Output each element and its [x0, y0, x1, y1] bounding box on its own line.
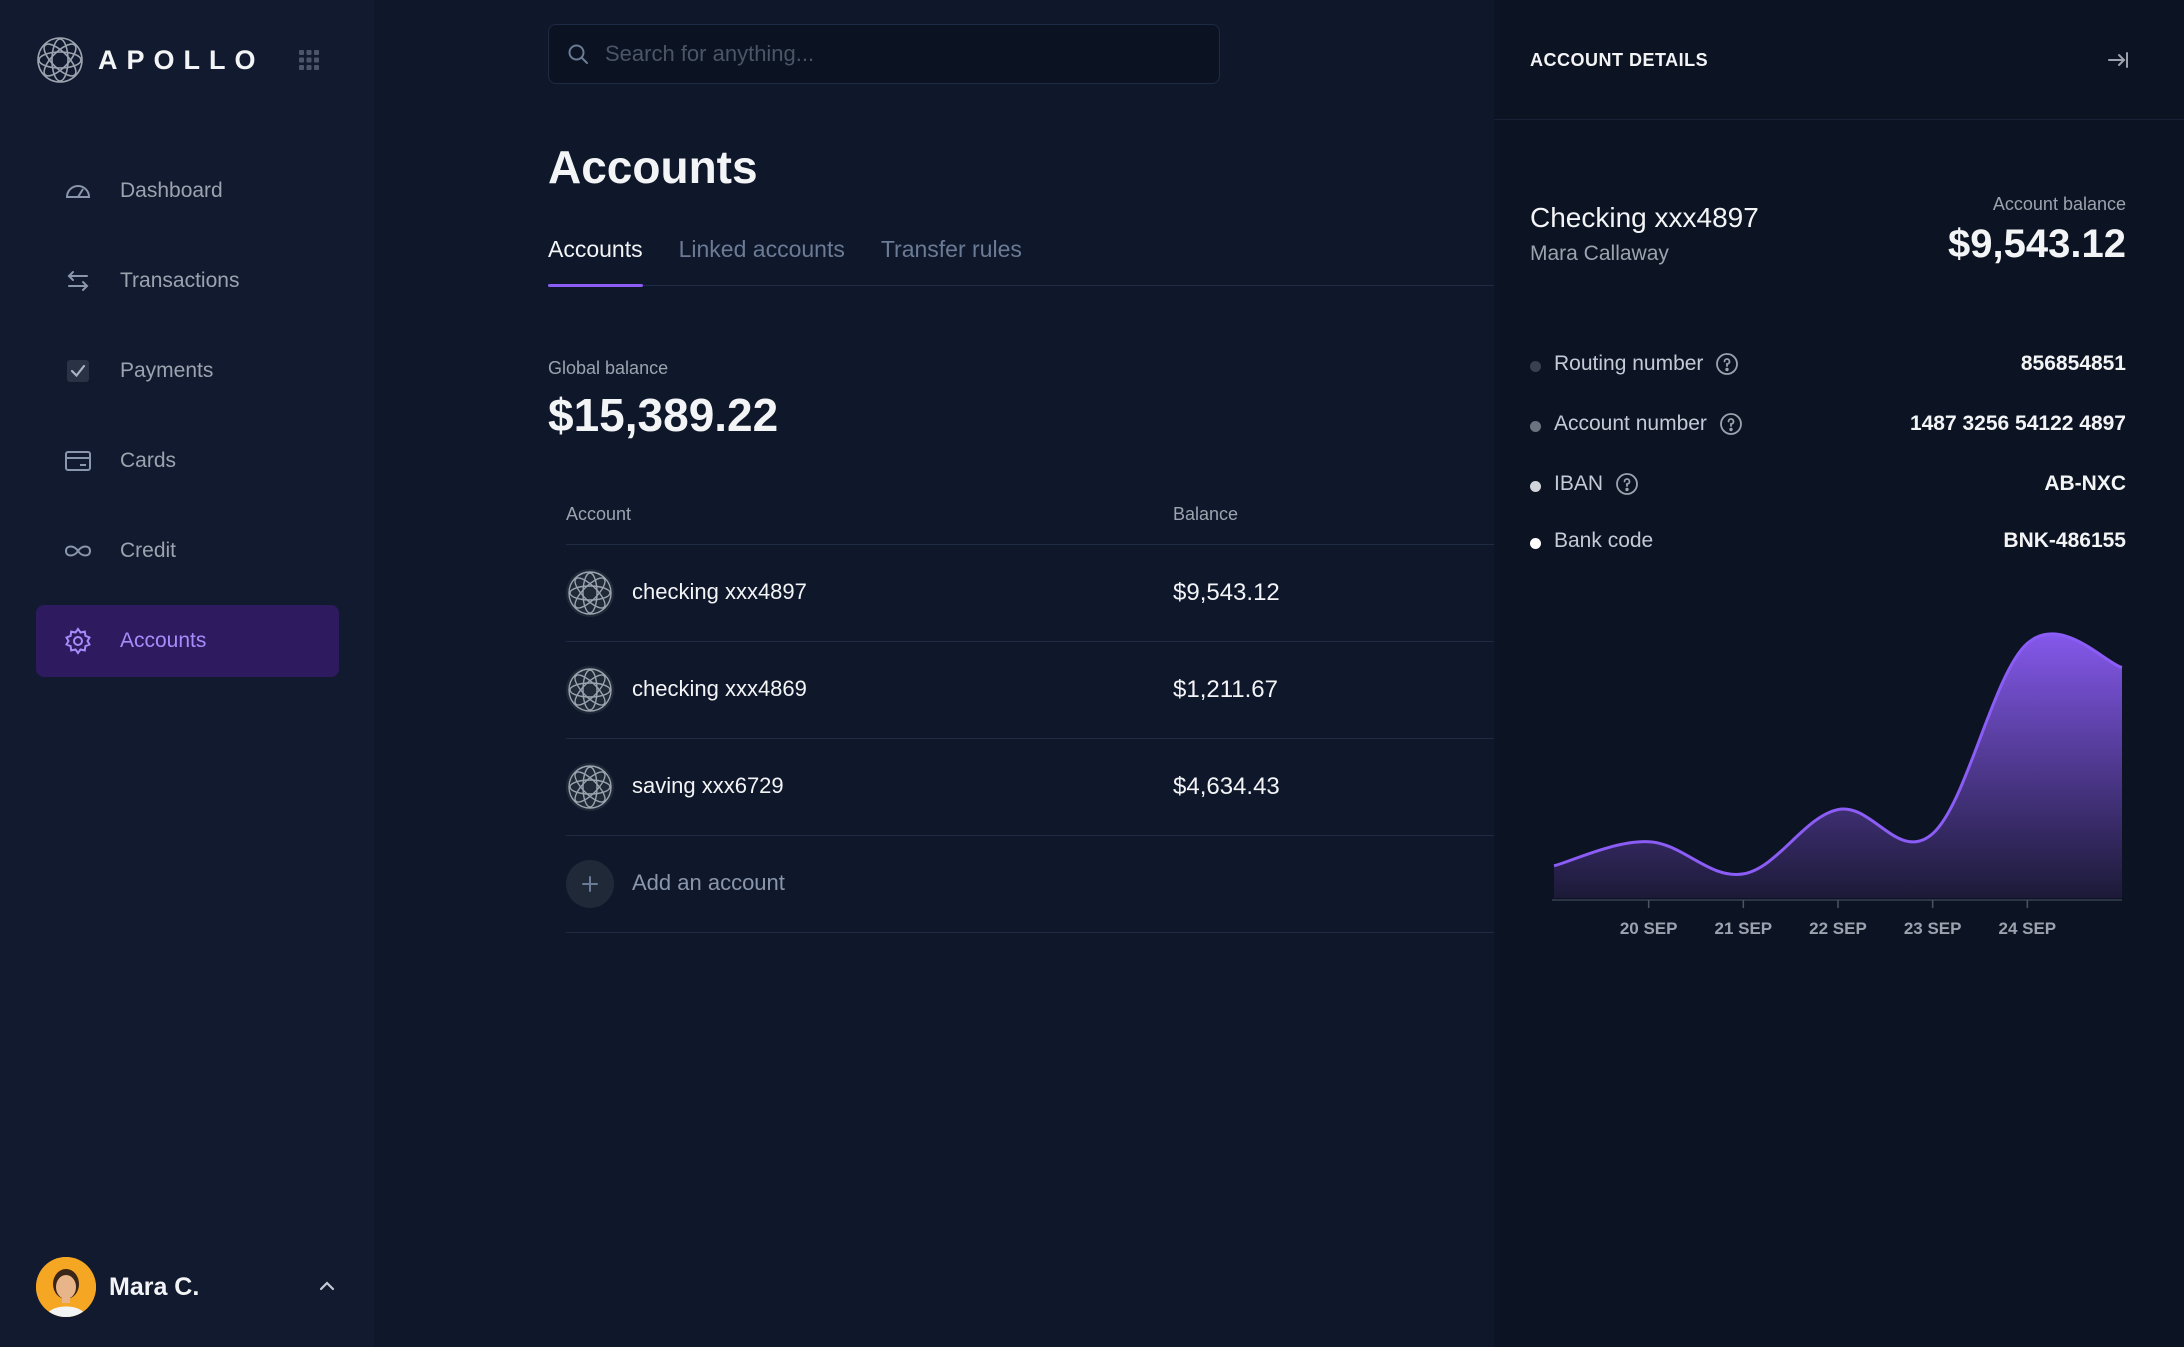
account-name: checking xxx4897: [632, 579, 807, 604]
balance-chart: 20 SEP 21 SEP 22 SEP 23 SEP 24 SEP: [1552, 632, 2123, 938]
sidebar-item-label: Transactions: [120, 269, 240, 292]
sidebar-item-label: Payments: [120, 359, 214, 382]
tab-accounts[interactable]: Accounts: [548, 236, 643, 287]
status-dot: [1530, 538, 1541, 549]
panel-title: ACCOUNT DETAILS: [1530, 50, 1709, 70]
collapse-panel-icon[interactable]: [2106, 48, 2130, 72]
sidebar-item-credit[interactable]: Credit: [36, 515, 339, 587]
gear-icon: [64, 627, 92, 655]
account-balance: $1,211.67: [1173, 676, 1278, 703]
x-tick-label: 24 SEP: [1999, 919, 2057, 938]
credit-card-icon: [64, 447, 92, 475]
column-header-account: Account: [566, 504, 632, 524]
help-icon[interactable]: [1719, 412, 1743, 436]
account-logo-icon: [566, 666, 614, 714]
detail-value: AB-NXC: [2044, 472, 2126, 495]
sidebar-item-label: Accounts: [120, 629, 207, 652]
sidebar-item-label: Dashboard: [120, 179, 223, 202]
account-logo-icon: [566, 569, 614, 617]
detail-label: Routing number: [1554, 352, 1704, 375]
detail-iban: IBAN AB-NXC: [1530, 472, 2126, 502]
help-icon[interactable]: [1715, 352, 1739, 376]
detail-label: Account number: [1554, 412, 1707, 435]
x-tick-label: 22 SEP: [1809, 919, 1867, 938]
status-dot: [1530, 421, 1541, 432]
add-account-button[interactable]: Add an account: [566, 836, 1494, 933]
detail-value: BNK-486155: [2003, 529, 2126, 552]
arrows-swap-icon: [64, 267, 92, 295]
plus-icon: [566, 860, 614, 908]
main-content: Accounts Accounts Linked accounts Transf…: [374, 0, 1494, 1347]
global-balance-value: $15,389.22: [548, 389, 779, 441]
global-balance-label: Global balance: [548, 358, 669, 378]
x-tick-label: 21 SEP: [1715, 919, 1773, 938]
avatar: [36, 1257, 96, 1317]
x-tick-label: 23 SEP: [1904, 919, 1962, 938]
search-input[interactable]: [605, 41, 1185, 67]
sidebar-item-cards[interactable]: Cards: [36, 425, 339, 497]
tab-bar: Accounts Linked accounts Transfer rules: [548, 236, 1494, 287]
table-row[interactable]: saving xxx6729 $4,634.43: [566, 739, 1494, 836]
page-title: Accounts: [548, 141, 758, 193]
account-balance-label: Account balance: [1992, 194, 2126, 214]
status-dot: [1530, 361, 1541, 372]
sidebar-item-label: Credit: [120, 539, 177, 562]
account-logo-icon: [566, 763, 614, 811]
detail-label: IBAN: [1554, 472, 1604, 495]
sidebar-item-dashboard[interactable]: Dashboard: [36, 155, 339, 227]
detail-label: Bank code: [1554, 529, 1654, 552]
apollo-logo-icon: [37, 37, 83, 83]
detail-label-wrap: Bank code: [1554, 529, 1653, 553]
table-row[interactable]: checking xxx4869 $1,211.67: [566, 642, 1494, 739]
detail-label-wrap: Routing number: [1554, 352, 1739, 376]
column-header-balance: Balance: [1173, 504, 1239, 524]
tab-transfer-rules[interactable]: Transfer rules: [881, 236, 1022, 286]
sidebar-item-label: Cards: [120, 449, 177, 472]
apps-grid-icon[interactable]: [298, 49, 320, 71]
account-balance: $9,543.12: [1173, 579, 1280, 606]
table-header: Account Balance: [566, 495, 1494, 545]
x-tick-label: 20 SEP: [1620, 919, 1678, 938]
add-account-label: Add an account: [632, 870, 785, 895]
detail-account-number: Account number 1487 3256 54122 4897: [1530, 412, 2126, 442]
panel-header: ACCOUNT DETAILS: [1494, 0, 2184, 120]
brand[interactable]: APOLLO: [36, 36, 265, 84]
sidebar-item-payments[interactable]: Payments: [36, 335, 339, 407]
help-icon[interactable]: [1615, 472, 1639, 496]
detail-value: 856854851: [2020, 352, 2126, 375]
detail-label-wrap: IBAN: [1554, 472, 1639, 496]
chart-area: [1554, 633, 2122, 898]
search-bar[interactable]: [548, 24, 1220, 84]
user-name: Mara C.: [109, 1272, 200, 1301]
detail-bank-code: Bank code BNK-486155: [1530, 529, 2126, 559]
status-dot: [1530, 481, 1541, 492]
account-owner: Mara Callaway: [1530, 242, 1669, 265]
brand-name: APOLLO: [98, 44, 265, 75]
infinity-icon: [64, 537, 92, 565]
account-name: saving xxx6729: [632, 773, 784, 798]
sidebar-nav: Dashboard Transactions Payments Cards Cr…: [36, 155, 339, 695]
search-icon: [568, 44, 588, 64]
account-name: checking xxx4869: [632, 676, 807, 701]
detail-routing-number: Routing number 856854851: [1530, 352, 2126, 382]
detail-value: 1487 3256 54122 4897: [1909, 412, 2126, 435]
accounts-table: Account Balance checking xxx4897 $9,543.…: [566, 495, 1494, 933]
table-row[interactable]: checking xxx4897 $9,543.12: [566, 545, 1494, 642]
account-balance-value: $9,543.12: [1948, 222, 2126, 266]
tab-linked-accounts[interactable]: Linked accounts: [679, 236, 845, 286]
user-menu[interactable]: Mara C.: [36, 1256, 339, 1318]
gauge-icon: [64, 177, 92, 205]
account-balance: $4,634.43: [1173, 773, 1280, 800]
check-square-icon: [64, 357, 92, 385]
sidebar-item-transactions[interactable]: Transactions: [36, 245, 339, 317]
sidebar: APOLLO Dashboard Transactions Payments C…: [0, 0, 374, 1347]
chevron-up-icon[interactable]: [315, 1274, 339, 1298]
sidebar-item-accounts[interactable]: Accounts: [36, 605, 339, 677]
account-title: Checking xxx4897: [1530, 202, 1759, 233]
detail-label-wrap: Account number: [1554, 412, 1743, 436]
